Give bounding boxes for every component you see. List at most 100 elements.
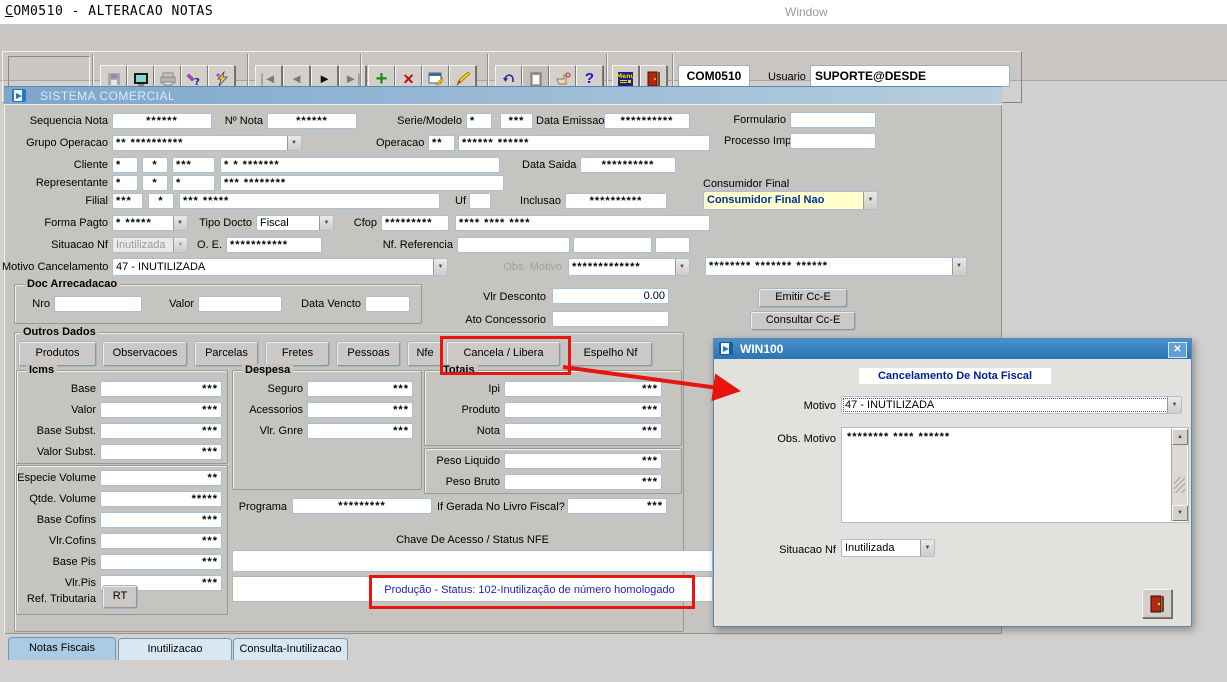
- usuario-field[interactable]: SUPORTE@DESDE: [810, 65, 1010, 87]
- icms-valor-subst-field[interactable]: ***: [100, 444, 222, 460]
- consumidor-final-combo[interactable]: Consumidor Final Nao▼: [703, 191, 878, 210]
- ipi-field[interactable]: ***: [504, 381, 662, 397]
- chevron-down-icon[interactable]: ▼: [1167, 397, 1181, 413]
- filial-nome-field[interactable]: *** *****: [179, 193, 440, 209]
- popup-motivo-combo[interactable]: 47 - INUTILIZADA▼: [841, 396, 1182, 414]
- valor-field[interactable]: [198, 296, 282, 312]
- cliente-nome-field[interactable]: * * *******: [220, 157, 500, 173]
- data-vencto-field[interactable]: [365, 296, 410, 312]
- chevron-down-icon[interactable]: ▼: [173, 216, 187, 230]
- especie-volume-field[interactable]: **: [100, 470, 222, 486]
- nro-field[interactable]: [54, 296, 142, 312]
- processo-imp-field[interactable]: [790, 133, 876, 149]
- serie-field[interactable]: *: [466, 113, 492, 129]
- modelo-field[interactable]: ***: [500, 113, 533, 129]
- obs-motivo-combo[interactable]: *************▼: [568, 258, 690, 276]
- cliente-field-2[interactable]: *: [142, 157, 168, 173]
- program-code-field[interactable]: COM0510: [678, 65, 750, 87]
- serie-modelo-label: Serie/Modelo: [396, 113, 462, 129]
- consumidor-final-label: Consumidor Final: [703, 176, 789, 192]
- consultar-cce-button[interactable]: Consultar Cc-E: [750, 311, 856, 331]
- ato-concessorio-label: Ato Concessorio: [462, 312, 546, 328]
- operacao-codigo-field[interactable]: **: [428, 135, 455, 151]
- grupo-operacao-label: Grupo Operacao: [18, 135, 108, 151]
- sequencia-nota-field[interactable]: ******: [112, 113, 212, 129]
- nf-referencia-field-3[interactable]: [655, 237, 690, 253]
- chevron-down-icon[interactable]: ▼: [863, 192, 877, 209]
- motivo-cancelamento-combo[interactable]: 47 - INUTILIZADA▼: [112, 258, 448, 276]
- operacao-label: Operacao: [376, 135, 424, 151]
- operacao-descricao-field[interactable]: ****** ******: [458, 135, 710, 151]
- vlr-gnre-field[interactable]: ***: [307, 423, 413, 439]
- representante-field-1[interactable]: *: [112, 175, 138, 191]
- chevron-down-icon[interactable]: ▼: [433, 259, 447, 275]
- icms-base-subst-field[interactable]: ***: [100, 423, 222, 439]
- acessorios-field[interactable]: ***: [307, 402, 413, 418]
- data-emissao-field[interactable]: **********: [604, 113, 690, 129]
- chave-acesso-field[interactable]: [232, 550, 713, 572]
- filial-field-1[interactable]: ***: [112, 193, 143, 209]
- produto-field[interactable]: ***: [504, 402, 662, 418]
- chevron-down-icon[interactable]: ▼: [675, 259, 689, 275]
- window-menu[interactable]: Window: [785, 5, 828, 19]
- chevron-down-icon[interactable]: ▼: [952, 258, 966, 275]
- peso-liquido-field[interactable]: ***: [504, 453, 662, 469]
- tab-notas-fiscais[interactable]: Notas Fiscais: [8, 637, 116, 660]
- espelho-nf-button[interactable]: Espelho Nf: [568, 341, 653, 367]
- representante-nome-field[interactable]: *** ********: [220, 175, 504, 191]
- vlr-cofins-field[interactable]: ***: [100, 533, 222, 549]
- uf-field[interactable]: [469, 193, 491, 209]
- popup-exit-button[interactable]: [1142, 589, 1172, 618]
- application-window: COM0510 - ALTERACAO NOTAS Window ? |◄ ◄ …: [0, 0, 1227, 682]
- formulario-field[interactable]: [790, 112, 876, 128]
- observacoes-button[interactable]: Observacoes: [102, 341, 188, 367]
- programa-field[interactable]: *********: [292, 498, 432, 514]
- scrollbar[interactable]: ▲ ▼: [1171, 429, 1187, 521]
- rt-button[interactable]: RT: [102, 585, 138, 609]
- emitir-cce-button[interactable]: Emitir Cc-E: [758, 288, 848, 308]
- nf-referencia-field-1[interactable]: [457, 237, 570, 253]
- nf-referencia-field-2[interactable]: [573, 237, 652, 253]
- pessoas-button[interactable]: Pessoas: [336, 341, 401, 367]
- cliente-field-1[interactable]: *: [112, 157, 138, 173]
- icms-valor-field[interactable]: ***: [100, 402, 222, 418]
- vlr-desconto-field[interactable]: 0.00: [552, 288, 669, 304]
- chevron-down-icon[interactable]: ▼: [319, 216, 333, 230]
- seguro-field[interactable]: ***: [307, 381, 413, 397]
- close-icon[interactable]: ✕: [1168, 342, 1187, 358]
- cfop-descricao-field[interactable]: **** **** ****: [455, 215, 710, 231]
- cfop-codigo-field[interactable]: *********: [381, 215, 449, 231]
- extra-motivo-combo[interactable]: ******** ******* ******▼: [705, 257, 967, 276]
- popup-situacao-nf-label: Situacao Nf: [756, 542, 836, 558]
- qtde-volume-field[interactable]: *****: [100, 491, 222, 507]
- no-nota-field[interactable]: ******: [267, 113, 357, 129]
- tab-consulta-inutilizacao[interactable]: Consulta-Inutilizacao: [233, 638, 348, 660]
- representante-field-2[interactable]: *: [142, 175, 168, 191]
- base-cofins-field[interactable]: ***: [100, 512, 222, 528]
- chevron-down-icon[interactable]: ▼: [920, 540, 934, 556]
- ato-concessorio-field[interactable]: [552, 311, 669, 327]
- oe-field[interactable]: ***********: [226, 237, 322, 253]
- data-saida-field[interactable]: **********: [580, 157, 676, 173]
- nfe-button[interactable]: Nfe: [407, 341, 443, 367]
- cliente-field-3[interactable]: ***: [172, 157, 215, 173]
- chevron-down-icon[interactable]: ▼: [287, 136, 301, 150]
- representante-field-3[interactable]: *: [172, 175, 215, 191]
- popup-situacao-nf-combo[interactable]: Inutilizada▼: [841, 539, 935, 557]
- forma-pagto-combo[interactable]: * *****▼: [112, 215, 188, 231]
- livro-fiscal-field[interactable]: ***: [567, 498, 667, 514]
- scroll-up-icon[interactable]: ▲: [1172, 429, 1188, 445]
- scroll-down-icon[interactable]: ▼: [1172, 505, 1188, 521]
- base-pis-field[interactable]: ***: [100, 554, 222, 570]
- icms-base-field[interactable]: ***: [100, 381, 222, 397]
- filial-field-2[interactable]: *: [148, 193, 174, 209]
- pointing-hand-icon: [555, 71, 571, 87]
- grupo-operacao-combo[interactable]: ** **********▼: [112, 135, 302, 151]
- tipo-docto-combo[interactable]: Fiscal▼: [256, 215, 334, 231]
- popup-obs-motivo-textarea[interactable]: ******** **** ****** ▲ ▼: [841, 427, 1189, 523]
- inclusao-field[interactable]: **********: [565, 193, 667, 209]
- win100-titlebar[interactable]: WIN100 ✕: [714, 339, 1191, 359]
- nota-field[interactable]: ***: [504, 423, 662, 439]
- peso-bruto-field[interactable]: ***: [504, 474, 662, 490]
- tab-inutilizacao[interactable]: Inutilizacao: [118, 638, 232, 660]
